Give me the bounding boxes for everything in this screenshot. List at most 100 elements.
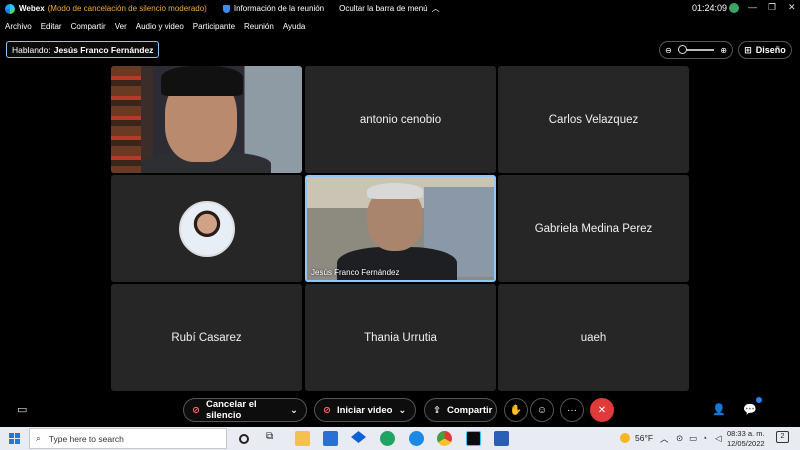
muted-mic-icon: ⊘ <box>192 404 200 416</box>
taskbar-search-input[interactable]: ⌕ Type here to search <box>29 428 227 449</box>
windows-start-icon[interactable] <box>9 433 20 444</box>
minimize-icon[interactable]: — <box>748 2 757 12</box>
video-tile-carlos-velazquez[interactable]: Carlos Velazquez <box>498 66 689 173</box>
video-tile-participant-1[interactable] <box>111 66 302 173</box>
menu-reunion[interactable]: Reunión <box>244 22 274 31</box>
bookshelf-background <box>111 66 141 173</box>
menu-compartir[interactable]: Compartir <box>71 22 106 31</box>
more-options-button[interactable]: ··· <box>560 398 584 422</box>
search-icon: ⌕ <box>36 433 41 443</box>
active-speaker-indicator: Hablando: Jesús Franco Fernández <box>6 41 160 58</box>
hide-menu-bar-button[interactable]: Ocultar la barra de menú ︿ <box>339 3 440 14</box>
network-icon[interactable]: ◔ <box>702 433 707 443</box>
participants-icon[interactable]: 👤 <box>712 403 726 416</box>
shield-icon <box>222 4 230 13</box>
battery-icon[interactable]: ▭ <box>689 433 697 444</box>
video-tile-participant-avatar[interactable] <box>111 175 302 282</box>
video-off-icon: ⊘ <box>323 404 331 416</box>
clock-date: 12/05/2022 <box>727 439 765 448</box>
video-tile-thania-urrutia[interactable]: Thania Urrutia <box>305 284 496 391</box>
chat-icon[interactable]: 💬 <box>743 403 757 416</box>
participant-caption: Jesús Franco Fernández <box>311 268 400 277</box>
dropbox-icon[interactable] <box>351 431 366 443</box>
chevron-up-icon: ︿ <box>431 4 440 13</box>
layout-button[interactable]: ⊞ Diseño <box>738 41 792 59</box>
hide-menu-bar-label: Ocultar la barra de menú <box>339 4 428 13</box>
zoom-out-icon[interactable]: ⊖ <box>665 46 672 55</box>
participant-avatar <box>178 200 235 257</box>
word-icon[interactable] <box>494 431 509 446</box>
leave-meeting-button[interactable]: ✕ <box>590 398 614 422</box>
share-label: Compartir <box>446 404 493 416</box>
participant-name: Thania Urrutia <box>364 331 437 344</box>
close-icon: ✕ <box>597 404 607 416</box>
tray-icon-1[interactable]: ⊙ <box>676 433 683 444</box>
webex-logo-icon <box>5 3 15 14</box>
file-explorer-icon[interactable] <box>295 431 310 446</box>
menu-archivo[interactable]: Archivo <box>5 22 32 31</box>
menu-ayuda[interactable]: Ayuda <box>283 22 306 31</box>
participant-name: Carlos Velazquez <box>548 113 639 126</box>
zoom-slider[interactable] <box>678 45 714 54</box>
temperature[interactable]: 56°F <box>635 433 653 443</box>
store-icon[interactable] <box>323 431 338 446</box>
speaker-name: Jesús Franco Fernández <box>53 44 154 55</box>
weather-sun-icon[interactable] <box>620 433 630 443</box>
share-button[interactable]: ⇪ Compartir <box>424 398 497 422</box>
app-icon-green[interactable] <box>380 431 395 446</box>
noise-mode-label: (Modo de cancelación de silencio moderad… <box>47 4 207 13</box>
participant-name: antonio cenobio <box>359 113 442 126</box>
unmute-button[interactable]: ⊘ Cancelar el silencio ⌄ <box>183 398 307 422</box>
meeting-info-label: Información de la reunión <box>233 4 325 13</box>
hand-icon: ✋ <box>509 404 523 416</box>
speaking-label: Hablando: <box>12 44 51 55</box>
video-tile-jesus-franco-fernandez[interactable]: Jesús Franco Fernández <box>305 175 496 282</box>
person-hair <box>367 183 423 199</box>
menu-bar: Archivo Editar Compartir Ver Audio y vid… <box>0 18 309 34</box>
chevron-down-icon[interactable]: ⌄ <box>398 405 406 416</box>
start-video-label: Iniciar video <box>336 404 393 416</box>
meeting-timer: 01:24:09 <box>692 3 728 13</box>
notification-icon[interactable]: 2 <box>776 431 789 443</box>
participant-name: Rubí Casarez <box>171 331 242 344</box>
app-title: Webex <box>19 4 45 13</box>
video-tile-gabriela-medina-perez[interactable]: Gabriela Medina Perez <box>498 175 689 282</box>
video-tile-rubi-casarez[interactable]: Rubí Casarez <box>111 284 302 391</box>
edge-icon[interactable] <box>409 431 424 446</box>
webex-taskbar-icon[interactable] <box>466 431 481 446</box>
video-tile-uaeh[interactable]: uaeh <box>498 284 689 391</box>
search-placeholder: Type here to search <box>48 433 124 444</box>
zoom-slider-knob[interactable] <box>678 45 687 54</box>
system-clock[interactable]: 08:33 a. m. 12/05/2022 <box>727 429 765 449</box>
captions-icon[interactable]: ▭ <box>17 403 27 416</box>
volume-icon[interactable]: ◁ <box>715 433 722 444</box>
layout-label: Diseño <box>755 45 786 55</box>
reactions-button[interactable]: ☺ <box>530 398 554 422</box>
smiley-icon: ☺ <box>536 404 548 416</box>
chat-notification-dot <box>756 397 762 403</box>
clock-time: 08:33 a. m. <box>727 429 765 438</box>
menu-audio-video[interactable]: Audio y video <box>136 22 184 31</box>
raise-hand-button[interactable]: ✋ <box>504 398 528 422</box>
menu-participante[interactable]: Participante <box>193 22 235 31</box>
start-video-button[interactable]: ⊘ Iniciar video ⌄ <box>314 398 416 422</box>
share-icon: ⇪ <box>433 404 441 416</box>
grid-icon: ⊞ <box>744 44 752 55</box>
zoom-control: ⊖ ⊕ <box>659 41 733 59</box>
more-label: ··· <box>567 404 577 416</box>
close-icon[interactable]: ✕ <box>788 2 796 13</box>
cortana-icon[interactable] <box>239 434 249 444</box>
chevron-down-icon[interactable]: ⌄ <box>290 405 298 416</box>
unmute-label: Cancelar el silencio <box>205 399 257 421</box>
menu-ver[interactable]: Ver <box>115 22 127 31</box>
windows-taskbar: ⌕ Type here to search ⧉ 56°F ︿ ⊙ ▭ ◔ ◁ 0… <box>0 427 800 450</box>
menu-editar[interactable]: Editar <box>41 22 62 31</box>
restore-icon[interactable]: ❐ <box>768 2 776 13</box>
meeting-info-button[interactable]: Información de la reunión <box>222 4 325 13</box>
show-hidden-icons-icon[interactable]: ︿ <box>660 433 669 445</box>
user-status-avatar[interactable] <box>729 3 739 13</box>
chrome-icon[interactable] <box>437 431 452 446</box>
zoom-in-icon[interactable]: ⊕ <box>720 46 727 55</box>
task-view-icon[interactable]: ⧉ <box>266 431 281 446</box>
video-tile-antonio-cenobio[interactable]: antonio cenobio <box>305 66 496 173</box>
